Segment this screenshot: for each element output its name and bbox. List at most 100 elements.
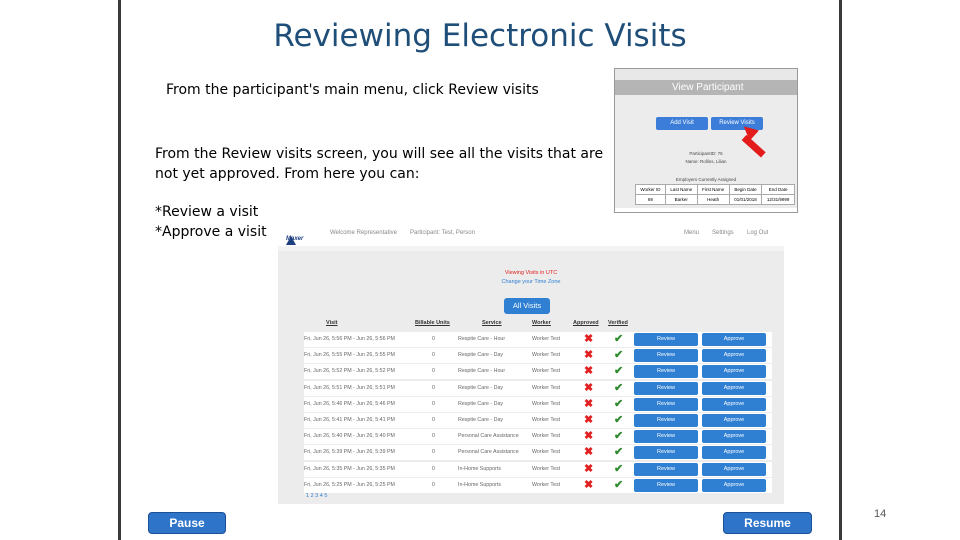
approve-button[interactable]: Approve — [702, 397, 766, 411]
vp-table-row: 69 Barker Heath 01/01/2018 12/31/9999 — [635, 194, 795, 205]
vp-table-header: Worker ID Last Name First Name Begin Dat… — [635, 184, 795, 195]
approve-button[interactable]: Approve — [702, 381, 766, 395]
pagination[interactable]: 1 2 3 4 5 — [306, 493, 327, 499]
approve-button[interactable]: Approve — [702, 414, 766, 427]
vp-col-header: First Name — [696, 184, 730, 195]
visit-cell: Fri, Jun 26, 5:40 PM - Jun 26, 5:40 PM — [304, 433, 395, 440]
col-verified[interactable]: Verified — [608, 320, 628, 326]
vp-cell: Heath — [696, 194, 730, 205]
vp-col-header: Last Name — [664, 184, 698, 195]
rv-nav-logout[interactable]: Log Out — [747, 230, 768, 236]
instruction-main-menu: From the participant's main menu, click … — [166, 82, 539, 98]
visit-cell: Fri, Jun 26, 5:51 PM - Jun 26, 5:51 PM — [304, 384, 395, 391]
worker-cell: Worker Test — [532, 433, 561, 440]
units-cell: 0 — [432, 400, 435, 407]
x-mark-icon: ✖ — [584, 478, 594, 491]
review-button[interactable]: Review — [634, 365, 698, 379]
approve-button[interactable]: Approve — [702, 478, 766, 492]
x-mark-icon: ✖ — [584, 381, 594, 394]
col-worker[interactable]: Worker — [532, 320, 551, 326]
visit-cell: Fri, Jun 26, 5:35 PM - Jun 26, 5:35 PM — [304, 465, 395, 472]
service-cell: Respite Care - Day — [458, 352, 504, 359]
page-number: 14 — [874, 508, 887, 520]
rv-logo-text: Maxer — [286, 236, 304, 242]
slide-title: Reviewing Electronic Visits — [273, 18, 687, 54]
x-mark-icon: ✖ — [584, 462, 594, 475]
table-row: Fri, Jun 26, 5:46 PM - Jun 26, 5:46 PM 0 R… — [304, 396, 772, 412]
col-visit[interactable]: Visit — [326, 320, 338, 326]
units-cell: 0 — [432, 433, 435, 440]
service-cell: Respite Care - Hour — [458, 368, 506, 375]
review-button[interactable]: Review — [634, 381, 698, 395]
approve-button[interactable]: Approve — [702, 333, 766, 346]
review-button[interactable]: Review — [634, 478, 698, 492]
table-row: Fri, Jun 26, 5:39 PM - Jun 26, 5:39 PM 0 P… — [304, 445, 772, 461]
vp-employers-table: Worker ID Last Name First Name Begin Dat… — [635, 184, 795, 205]
col-approved[interactable]: Approved — [573, 320, 599, 326]
resume-button[interactable]: Resume — [723, 512, 812, 534]
pause-button[interactable]: Pause — [148, 512, 226, 534]
table-row: Fri, Jun 26, 5:41 PM - Jun 26, 5:41 PM 0 R… — [304, 413, 772, 428]
review-button[interactable]: Review — [634, 462, 698, 476]
units-cell: 0 — [432, 368, 435, 375]
worker-cell: Worker Test — [532, 384, 561, 391]
rv-change-timezone-link[interactable]: Change your Time Zone — [278, 279, 784, 285]
rv-nav-welcome: Welcome Representative — [330, 230, 397, 236]
review-button[interactable]: Review — [634, 349, 698, 363]
approve-button[interactable]: Approve — [702, 430, 766, 444]
rv-body: Viewing Visits in UTC Change your Time Z… — [278, 251, 784, 504]
vp-col-header: Begin Date — [728, 184, 763, 195]
col-service[interactable]: Service — [482, 320, 502, 326]
review-button[interactable]: Review — [634, 446, 698, 460]
service-cell: Respite Care - Day — [458, 384, 504, 391]
service-cell: Personal Care Assistance — [458, 449, 519, 456]
x-mark-icon: ✖ — [584, 349, 594, 362]
service-cell: Respite Care - Day — [458, 417, 504, 423]
vp-header-label: View Participant — [672, 82, 744, 93]
units-cell: 0 — [432, 449, 435, 456]
check-mark-icon: ✔ — [614, 462, 624, 475]
vp-participant-name: Name: Rollins, Lilian — [685, 159, 727, 164]
review-button[interactable]: Review — [634, 430, 698, 444]
approve-button[interactable]: Approve — [702, 349, 766, 363]
review-visits-screenshot: Maxer Welcome Representative Participant… — [278, 220, 784, 504]
service-cell: Personal Care Assistance — [458, 433, 519, 440]
rv-nav-settings[interactable]: Settings — [712, 230, 734, 236]
col-billable-units[interactable]: Billable Units — [415, 320, 450, 326]
service-cell: Respite Care - Day — [458, 400, 504, 407]
x-mark-icon: ✖ — [584, 414, 594, 426]
service-cell: In-Home Supports — [458, 481, 501, 488]
check-mark-icon: ✔ — [614, 446, 624, 459]
approve-button[interactable]: Approve — [702, 446, 766, 460]
visit-cell: Fri, Jun 26, 5:55 PM - Jun 26, 5:55 PM — [304, 352, 395, 359]
visit-cell: Fri, Jun 26, 5:39 PM - Jun 26, 5:39 PM — [304, 449, 395, 456]
table-row: Fri, Jun 26, 5:25 PM - Jun 26, 5:25 PM 0 I… — [304, 477, 772, 493]
review-button[interactable]: Review — [634, 333, 698, 346]
bullet-approve-visit: *Approve a visit — [155, 224, 267, 240]
units-cell: 0 — [432, 384, 435, 391]
vp-header: View Participant — [615, 80, 797, 95]
x-mark-icon: ✖ — [584, 397, 594, 410]
units-cell: 0 — [432, 465, 435, 472]
vp-add-visit-button[interactable]: Add Visit — [656, 117, 708, 130]
vp-participant-id: ParticipantID: 75 — [689, 151, 723, 156]
rv-utc-notice: Viewing Visits in UTC — [504, 270, 558, 276]
table-row: Fri, Jun 26, 5:56 PM - Jun 26, 5:56 PM 0 R… — [304, 332, 772, 347]
instruction-review-line1: From the Review visits screen, you will … — [155, 146, 604, 162]
units-cell: 0 — [432, 417, 435, 423]
view-participant-screenshot: View Participant Add Visit Review Visits… — [614, 68, 798, 213]
units-cell: 0 — [432, 336, 435, 342]
check-mark-icon: ✔ — [614, 430, 624, 443]
visit-cell: Fri, Jun 26, 5:52 PM - Jun 26, 5:52 PM — [304, 368, 395, 375]
approve-button[interactable]: Approve — [702, 462, 766, 476]
rv-navbar: Maxer Welcome Representative Participant… — [278, 220, 784, 247]
all-visits-button[interactable]: All Visits — [504, 298, 550, 314]
worker-cell: Worker Test — [532, 336, 561, 342]
check-mark-icon: ✔ — [614, 478, 624, 491]
worker-cell: Worker Test — [532, 481, 561, 488]
rv-nav-menu[interactable]: Menu — [684, 230, 699, 236]
review-button[interactable]: Review — [634, 414, 698, 427]
review-button[interactable]: Review — [634, 397, 698, 411]
approve-button[interactable]: Approve — [702, 365, 766, 379]
service-cell: In-Home Supports — [458, 465, 501, 472]
